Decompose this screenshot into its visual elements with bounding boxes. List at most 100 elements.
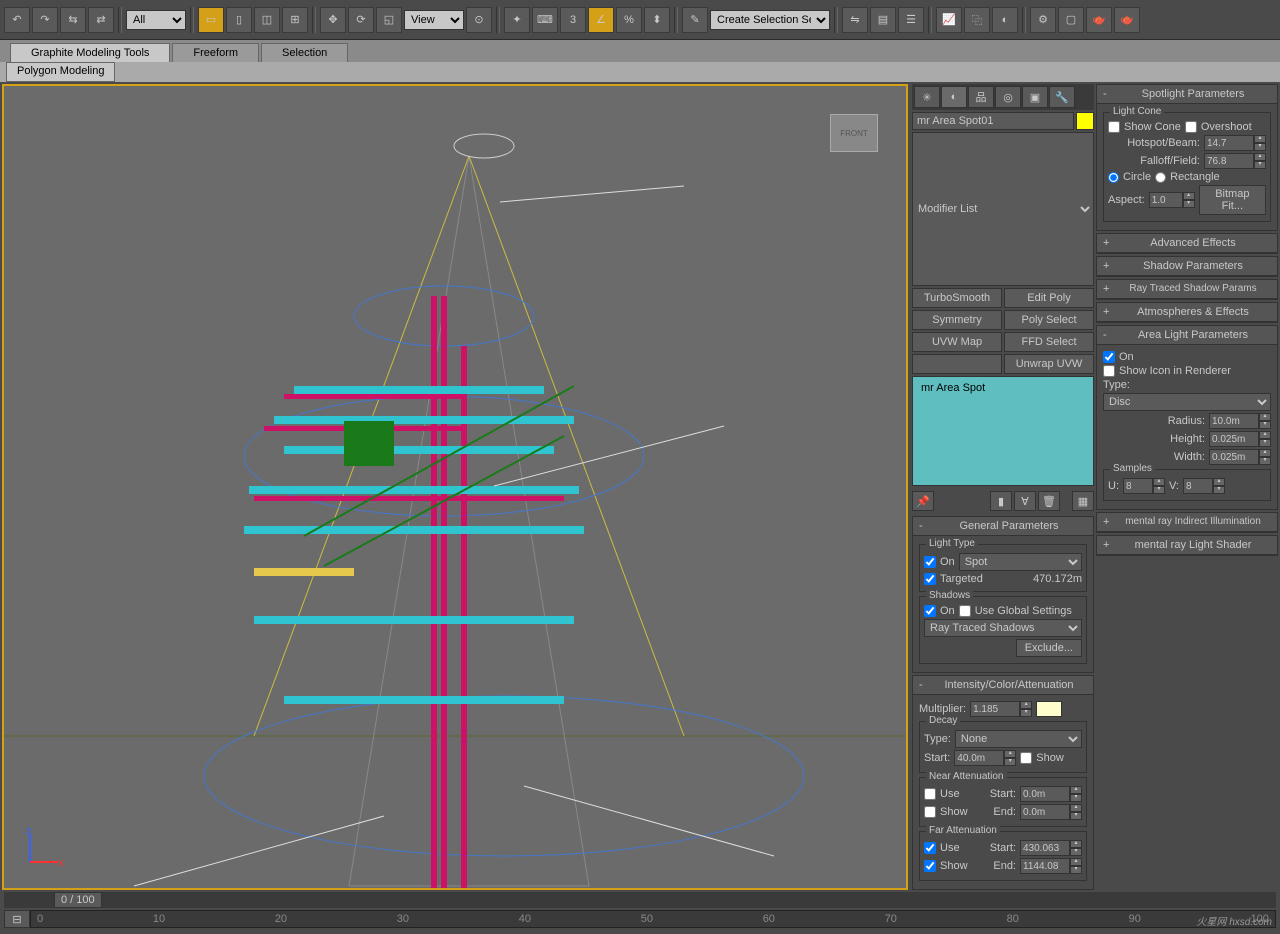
- modifier-list-select[interactable]: Modifier List: [912, 132, 1094, 286]
- far-use-chk[interactable]: [924, 842, 936, 854]
- mod-turbosmooth[interactable]: TurboSmooth: [912, 288, 1002, 308]
- area-on-chk[interactable]: [1103, 351, 1115, 363]
- curve-editor-icon[interactable]: 📈: [936, 7, 962, 33]
- near-start-spinner[interactable]: ▴▾: [1070, 786, 1082, 802]
- rollout-mrindirect-header[interactable]: +mental ray Indirect Illumination: [1097, 513, 1277, 532]
- rollout-spotlight-header[interactable]: -Spotlight Parameters: [1097, 85, 1277, 104]
- modify-tab-icon[interactable]: ◐: [941, 86, 967, 108]
- far-start-spinner[interactable]: ▴▾: [1070, 840, 1082, 856]
- near-end-spinner[interactable]: ▴▾: [1070, 804, 1082, 820]
- mod-unwrap[interactable]: Unwrap UVW: [1004, 354, 1094, 374]
- mod-symmetry[interactable]: Symmetry: [912, 310, 1002, 330]
- mod-ffdselect[interactable]: FFD Select: [1004, 332, 1094, 352]
- time-slider[interactable]: 0 / 100: [4, 892, 1276, 908]
- area-width-input[interactable]: [1209, 449, 1259, 465]
- decay-type-select[interactable]: None: [955, 730, 1082, 748]
- mirror-icon[interactable]: ⇋: [842, 7, 868, 33]
- modifier-stack[interactable]: mr Area Spot: [912, 376, 1094, 486]
- far-show-chk[interactable]: [924, 860, 936, 872]
- multiplier-input[interactable]: [970, 701, 1020, 717]
- remove-mod-icon[interactable]: 🗑: [1038, 491, 1060, 511]
- overshoot-chk[interactable]: [1185, 121, 1197, 133]
- layers-icon[interactable]: ☰: [898, 7, 924, 33]
- timeline-key-icon[interactable]: ⊟: [4, 910, 30, 928]
- rollout-shadowparams-header[interactable]: +Shadow Parameters: [1097, 257, 1277, 276]
- link-icon[interactable]: ⇆: [60, 7, 86, 33]
- render-icon[interactable]: 🫖: [1086, 7, 1112, 33]
- utilities-tab-icon[interactable]: 🔧: [1049, 86, 1075, 108]
- render-frame-icon[interactable]: ▢: [1058, 7, 1084, 33]
- object-color-swatch[interactable]: [1076, 112, 1094, 130]
- manipulate-icon[interactable]: ✦: [504, 7, 530, 33]
- area-type-select[interactable]: Disc: [1103, 393, 1271, 411]
- shadow-on-chk[interactable]: [924, 605, 936, 617]
- ribbon-tab-freeform[interactable]: Freeform: [172, 43, 259, 62]
- radius-spinner[interactable]: ▴▾: [1259, 413, 1271, 429]
- v-input[interactable]: [1183, 478, 1213, 494]
- redo-icon[interactable]: ↷: [32, 7, 58, 33]
- stack-item[interactable]: mr Area Spot: [915, 379, 1091, 397]
- decay-start-input[interactable]: [954, 750, 1004, 766]
- percent-snap-icon[interactable]: %: [616, 7, 642, 33]
- viewport[interactable]: FRONT: [2, 84, 908, 890]
- area-height-spinner[interactable]: ▴▾: [1259, 431, 1271, 447]
- select-object-icon[interactable]: ▭: [198, 7, 224, 33]
- select-region-icon[interactable]: ◫: [254, 7, 280, 33]
- pin-stack-icon[interactable]: 📌: [912, 491, 934, 511]
- area-width-spinner[interactable]: ▴▾: [1259, 449, 1271, 465]
- show-end-icon[interactable]: ▮: [990, 491, 1012, 511]
- show-cone-chk[interactable]: [1108, 121, 1120, 133]
- rollout-intensity-header[interactable]: -Intensity/Color/Attenuation: [913, 676, 1093, 695]
- display-tab-icon[interactable]: ▣: [1022, 86, 1048, 108]
- far-start-input[interactable]: [1020, 840, 1070, 856]
- global-settings-chk[interactable]: [959, 605, 971, 617]
- window-crossing-icon[interactable]: ⊞: [282, 7, 308, 33]
- motion-tab-icon[interactable]: ◎: [995, 86, 1021, 108]
- aspect-input[interactable]: [1149, 192, 1183, 208]
- rollout-adveffects-header[interactable]: +Advanced Effects: [1097, 234, 1277, 253]
- configure-icon[interactable]: ▦: [1072, 491, 1094, 511]
- hotspot-spinner[interactable]: ▴▾: [1254, 135, 1266, 151]
- hotspot-input[interactable]: [1204, 135, 1254, 151]
- ribbon-tab-graphite[interactable]: Graphite Modeling Tools: [10, 43, 170, 62]
- mod-uvwmap[interactable]: UVW Map: [912, 332, 1002, 352]
- decay-show-chk[interactable]: [1020, 752, 1032, 764]
- aspect-spinner[interactable]: ▴▾: [1183, 192, 1195, 208]
- near-use-chk[interactable]: [924, 788, 936, 800]
- align-icon[interactable]: ▤: [870, 7, 896, 33]
- show-icon-chk[interactable]: [1103, 365, 1115, 377]
- light-on-chk[interactable]: [924, 556, 936, 568]
- far-end-spinner[interactable]: ▴▾: [1070, 858, 1082, 874]
- rectangle-radio[interactable]: [1155, 172, 1166, 183]
- rollout-mrlightshader-header[interactable]: +mental ray Light Shader: [1097, 536, 1277, 555]
- u-spinner[interactable]: ▴▾: [1153, 478, 1165, 494]
- falloff-input[interactable]: [1204, 153, 1254, 169]
- material-icon[interactable]: ◐: [992, 7, 1018, 33]
- far-end-input[interactable]: [1020, 858, 1070, 874]
- hierarchy-tab-icon[interactable]: 品: [968, 86, 994, 108]
- circle-radio[interactable]: [1108, 172, 1119, 183]
- falloff-spinner[interactable]: ▴▾: [1254, 153, 1266, 169]
- radius-input[interactable]: [1209, 413, 1259, 429]
- timeline[interactable]: ⊟ 01020 304050 607080 90100: [4, 910, 1276, 928]
- ref-coord-select[interactable]: View: [404, 10, 464, 30]
- mod-polyselect[interactable]: Poly Select: [1004, 310, 1094, 330]
- scale-icon[interactable]: ◱: [376, 7, 402, 33]
- keyboard-icon[interactable]: ⌨: [532, 7, 558, 33]
- subtab-polygon[interactable]: Polygon Modeling: [6, 62, 115, 82]
- object-name-input[interactable]: [912, 112, 1074, 130]
- near-show-chk[interactable]: [924, 806, 936, 818]
- mod-empty[interactable]: [912, 354, 1002, 374]
- render-last-icon[interactable]: 🫖: [1114, 7, 1140, 33]
- near-end-input[interactable]: [1020, 804, 1070, 820]
- light-type-select[interactable]: Spot: [959, 553, 1082, 571]
- mod-editpoly[interactable]: Edit Poly: [1004, 288, 1094, 308]
- decay-start-spinner[interactable]: ▴▾: [1004, 750, 1016, 766]
- create-tab-icon[interactable]: ✳: [914, 86, 940, 108]
- spinner-snap-icon[interactable]: ⬍: [644, 7, 670, 33]
- near-start-input[interactable]: [1020, 786, 1070, 802]
- rollout-general-header[interactable]: -General Parameters: [913, 517, 1093, 536]
- rollout-raytraceshadow-header[interactable]: +Ray Traced Shadow Params: [1097, 280, 1277, 299]
- rotate-icon[interactable]: ⟳: [348, 7, 374, 33]
- shadow-type-select[interactable]: Ray Traced Shadows: [924, 619, 1082, 637]
